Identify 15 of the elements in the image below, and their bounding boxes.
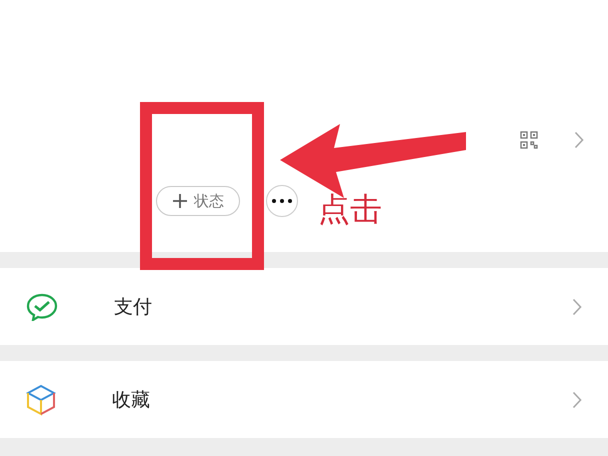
menu-item[interactable]: 支付: [0, 268, 608, 345]
menu-item[interactable]: 收藏: [0, 361, 608, 438]
more-button[interactable]: [266, 185, 298, 217]
plus-icon: [172, 193, 188, 209]
chevron-icon: [572, 298, 582, 316]
status-button[interactable]: 状态: [156, 186, 240, 216]
chevron-icon[interactable]: [574, 131, 584, 149]
dots-icon: [272, 199, 292, 203]
annotation-text: 点击: [318, 189, 382, 230]
menu-label: 支付: [114, 294, 152, 320]
menu-label: 收藏: [112, 388, 150, 412]
chevron-icon: [572, 390, 582, 408]
qr-code-icon[interactable]: [520, 131, 538, 149]
chat-check-icon: [26, 292, 58, 320]
cube-icon: [26, 384, 56, 416]
